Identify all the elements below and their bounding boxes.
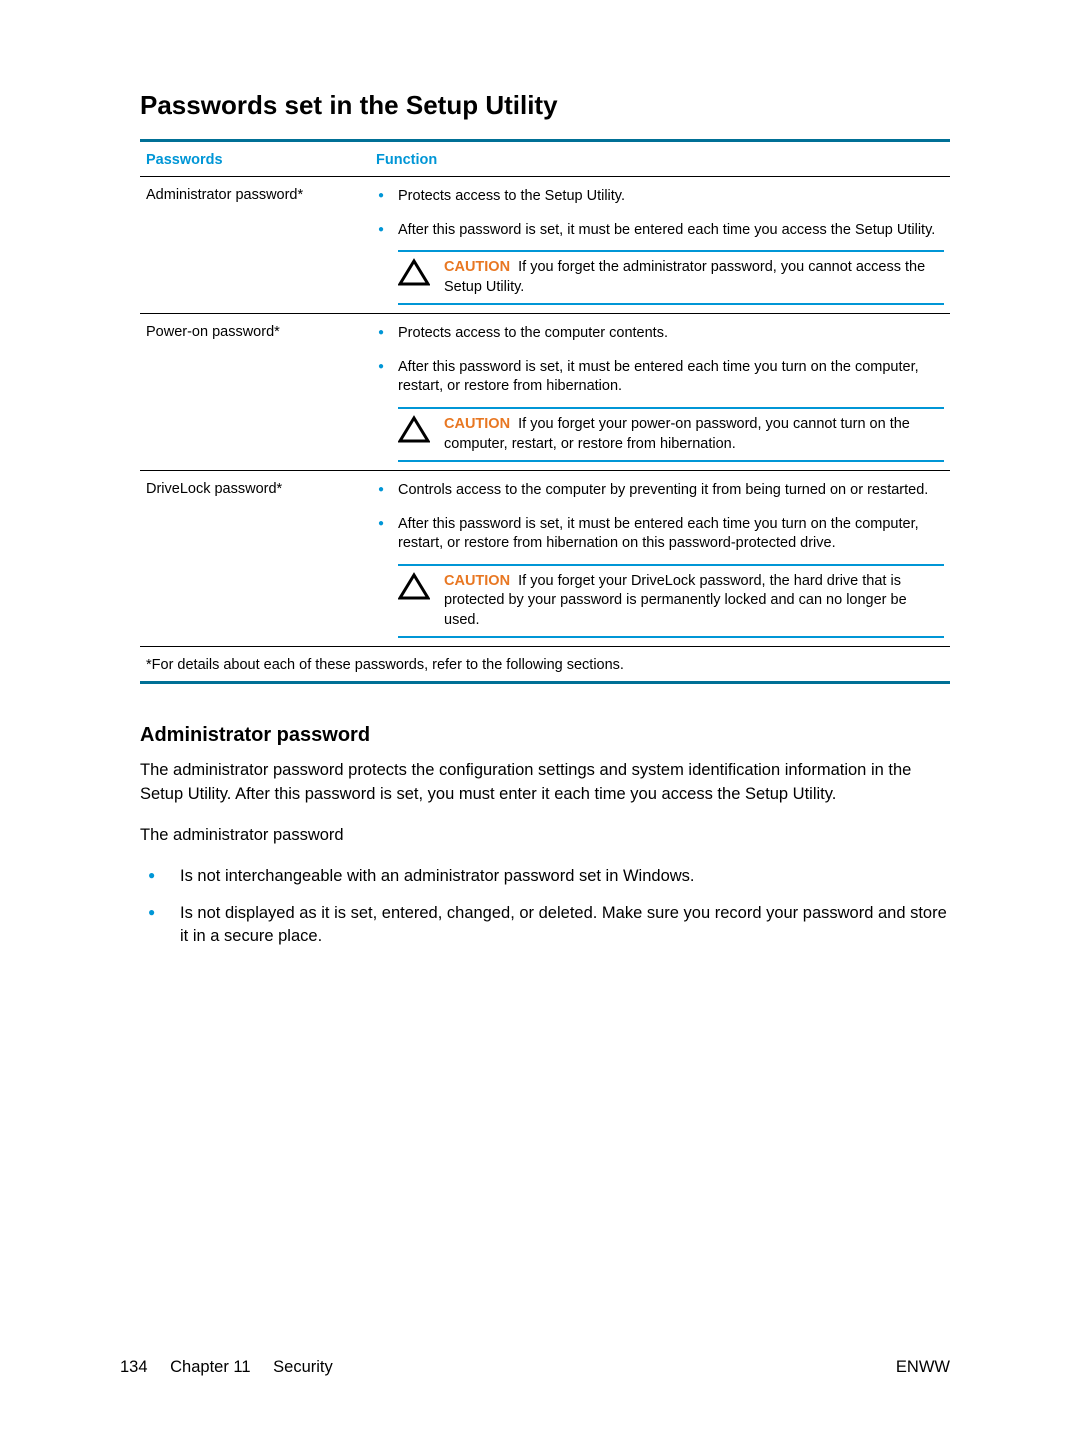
caution-message: CAUTION If you forget the administrator … [444, 258, 940, 297]
passwords-table: Passwords Function Administrator passwor… [140, 139, 950, 684]
body-paragraph: The administrator password [140, 824, 950, 847]
table-row: DriveLock password* Controls access to t… [140, 471, 950, 647]
function-bullet: Protects access to the computer contents… [376, 324, 944, 344]
section-title: Passwords set in the Setup Utility [140, 90, 950, 121]
password-name: DriveLock password* [140, 471, 370, 647]
caution-box: CAUTION If you forget the administrator … [398, 250, 944, 305]
caution-box: CAUTION If you forget your DriveLock pas… [398, 564, 944, 639]
table-row: Administrator password* Protects access … [140, 177, 950, 314]
footer-left: 134 Chapter 11 Security [120, 1358, 333, 1377]
detail-bullet: Is not interchangeable with an administr… [140, 865, 950, 888]
page-footer: 134 Chapter 11 Security ENWW [120, 1358, 950, 1377]
caution-label: CAUTION [444, 573, 510, 589]
caution-text: If you forget the administrator password… [444, 259, 925, 295]
page-number: 134 [120, 1358, 148, 1376]
password-function: Protects access to the computer contents… [370, 314, 950, 471]
caution-label: CAUTION [444, 416, 510, 432]
details-list: Is not interchangeable with an administr… [140, 865, 950, 948]
chapter-label: Chapter 11 [170, 1358, 250, 1376]
table-footnote-row: *For details about each of these passwor… [140, 647, 950, 683]
function-bullet: After this password is set, it must be e… [376, 358, 944, 397]
function-bullet: After this password is set, it must be e… [376, 515, 944, 554]
body-paragraph: The administrator password protects the … [140, 759, 950, 805]
table-row: Power-on password* Protects access to th… [140, 314, 950, 471]
caution-text: If you forget your DriveLock password, t… [444, 573, 907, 628]
table-header-row: Passwords Function [140, 141, 950, 177]
subsection-title: Administrator password [140, 724, 950, 747]
caution-box: CAUTION If you forget your power-on pass… [398, 407, 944, 462]
caution-message: CAUTION If you forget your power-on pass… [444, 415, 940, 454]
caution-message: CAUTION If you forget your DriveLock pas… [444, 572, 940, 631]
table-footnote: *For details about each of these passwor… [140, 647, 950, 683]
function-bullet: After this password is set, it must be e… [376, 221, 944, 241]
caution-label: CAUTION [444, 259, 510, 275]
function-bullet: Protects access to the Setup Utility. [376, 187, 944, 207]
caution-icon [398, 415, 432, 443]
footer-right: ENWW [896, 1358, 950, 1377]
header-passwords: Passwords [140, 141, 370, 177]
caution-icon [398, 258, 432, 286]
detail-bullet: Is not displayed as it is set, entered, … [140, 902, 950, 948]
caution-text: If you forget your power-on password, yo… [444, 416, 910, 452]
chapter-title: Security [273, 1358, 333, 1376]
header-function: Function [370, 141, 950, 177]
function-bullet: Controls access to the computer by preve… [376, 481, 944, 501]
password-name: Power-on password* [140, 314, 370, 471]
password-function: Controls access to the computer by preve… [370, 471, 950, 647]
caution-icon [398, 572, 432, 600]
password-function: Protects access to the Setup Utility. Af… [370, 177, 950, 314]
password-name: Administrator password* [140, 177, 370, 314]
